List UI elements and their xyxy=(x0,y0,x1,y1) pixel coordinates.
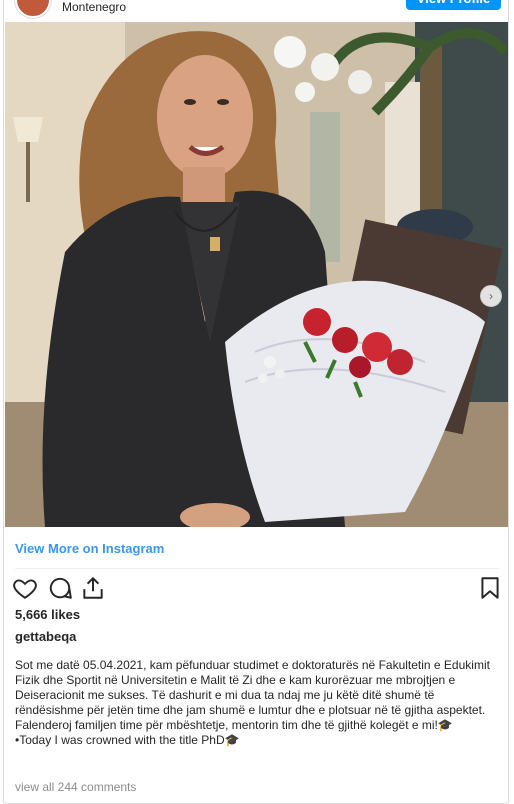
view-comments-link[interactable]: view all 244 comments xyxy=(15,780,136,794)
post-photo[interactable]: › xyxy=(5,22,508,527)
chevron-right-icon[interactable]: › xyxy=(480,285,502,307)
view-more-link[interactable]: View More on Instagram xyxy=(15,541,164,556)
post-location[interactable]: Montenegro xyxy=(62,0,126,14)
post-caption: Sot me datë 05.04.2021, kam pëfunduar st… xyxy=(15,658,490,747)
bookmark-icon[interactable] xyxy=(477,575,503,601)
share-icon[interactable] xyxy=(80,575,106,601)
comment-icon[interactable] xyxy=(47,575,73,601)
divider xyxy=(15,568,499,569)
heart-icon[interactable] xyxy=(12,575,38,601)
likes-count[interactable]: 5,666 likes xyxy=(15,607,80,622)
post-username[interactable]: gettabeqa xyxy=(15,629,76,644)
view-profile-button[interactable]: View Profile xyxy=(406,0,501,10)
post-photo-illustration xyxy=(5,22,508,527)
